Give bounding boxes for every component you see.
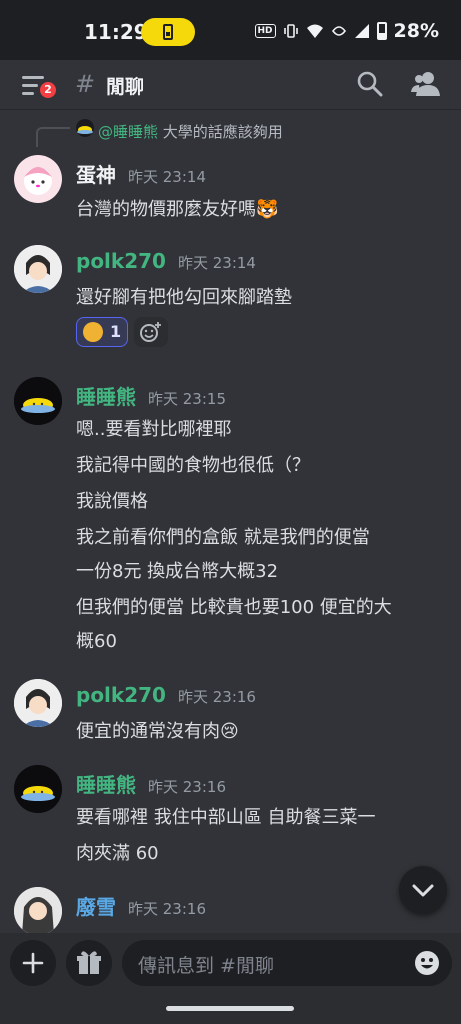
home-indicator[interactable] <box>166 1006 294 1011</box>
menu-icon-line <box>22 84 38 87</box>
author-name[interactable]: 蛋神 <box>76 163 116 187</box>
add-reaction-icon <box>140 322 161 342</box>
reply-preview[interactable]: @睡睡熊 大學的話應該夠用 <box>98 121 283 142</box>
chevron-down-icon <box>412 884 434 897</box>
message-text: 台灣的物價那麼友好嗎🐯 <box>76 199 279 220</box>
reaction-chip[interactable]: 1 <box>76 317 128 347</box>
message-author[interactable]: 睡睡熊 昨天 23:16 <box>76 769 226 798</box>
message-input-placeholder: 傳訊息到 #閒聊 <box>138 955 274 977</box>
message-text: 肉夾滿 60 <box>76 843 159 864</box>
message-text: 我記得中國的食物也很低（？ <box>76 455 310 476</box>
message-text: 要看哪裡 我住中部山區 自助餐三菜一 <box>76 807 376 828</box>
members-icon[interactable] <box>411 70 441 98</box>
channel-title[interactable]: 閒聊 <box>106 72 144 99</box>
message-item: polk270 昨天 23:16 便宜的通常沒有肉😢 <box>0 677 461 757</box>
volte-icon <box>331 26 346 36</box>
attach-button[interactable] <box>10 940 56 986</box>
status-time: 11:29 <box>84 20 148 44</box>
jump-to-bottom-button[interactable] <box>399 866 447 914</box>
message-timestamp: 昨天 23:16 <box>177 688 256 706</box>
message-list[interactable]: @睡睡熊 大學的話應該夠用 蛋神 昨天 23:14 台灣的物價那麼友好嗎🐯 pol… <box>0 111 461 933</box>
avatar[interactable] <box>14 377 62 425</box>
status-bar: 11:29 HD 28% <box>0 0 461 60</box>
message-timestamp: 昨天 23:14 <box>177 254 256 272</box>
message-author[interactable]: 蛋神 昨天 23:14 <box>76 159 206 188</box>
battery-saver-pill <box>141 18 195 46</box>
message-timestamp: 昨天 23:14 <box>128 168 206 186</box>
message-text: 我說價格 <box>76 491 148 512</box>
author-name[interactable]: 睡睡熊 <box>76 773 136 797</box>
hd-voice-icon: HD <box>254 24 276 38</box>
gift-button[interactable] <box>66 940 112 986</box>
message-timestamp: 昨天 23:16 <box>148 778 226 796</box>
menu-button[interactable]: 2 <box>20 72 58 102</box>
message-item: 睡睡熊 昨天 23:16 要看哪裡 我住中部山區 自助餐三菜一 肉夾滿 60 <box>0 763 461 873</box>
avatar[interactable] <box>14 155 62 203</box>
battery-charging-icon <box>163 24 173 40</box>
message-author[interactable]: 睡睡熊 昨天 23:15 <box>76 381 226 410</box>
search-icon[interactable] <box>356 70 384 98</box>
reply-avatar <box>76 119 94 137</box>
avatar[interactable] <box>14 679 62 727</box>
message-input[interactable]: 傳訊息到 #閒聊 <box>122 940 452 986</box>
plus-icon <box>22 952 44 974</box>
message-text: 但我們的便當 比較貴也要100 便宜的大 <box>76 597 392 618</box>
message-author[interactable]: polk270 昨天 23:14 <box>76 249 256 273</box>
message-text: 還好腳有把他勾回來腳踏墊 <box>76 287 292 308</box>
add-reaction-button[interactable] <box>134 317 168 347</box>
author-name[interactable]: 廢雪 <box>76 895 116 919</box>
message-timestamp: 昨天 23:15 <box>148 390 226 408</box>
avatar[interactable] <box>14 245 62 293</box>
reaction-count: 1 <box>110 322 122 341</box>
author-name[interactable]: polk270 <box>76 683 166 707</box>
message-author[interactable]: 廢雪 昨天 23:16 <box>76 891 206 920</box>
message-text: 嗯..要看對比哪裡耶 <box>76 419 232 440</box>
signal-icon <box>354 24 369 38</box>
reply-snippet: 大學的話應該夠用 <box>162 123 283 141</box>
reply-author: @睡睡熊 <box>98 123 159 141</box>
battery-icon <box>376 22 387 40</box>
message-text: 我之前看你們的盒飯 就是我們的便當 <box>76 527 370 548</box>
message-item: polk270 昨天 23:14 還好腳有把他勾回來腳踏墊 1 <box>0 239 461 359</box>
reply-connector <box>36 127 70 147</box>
message-item: @睡睡熊 大學的話應該夠用 蛋神 昨天 23:14 台灣的物價那麼友好嗎🐯 <box>0 111 461 221</box>
rofl-emoji-icon <box>83 322 103 342</box>
notification-badge: 2 <box>38 80 58 100</box>
author-name[interactable]: polk270 <box>76 249 166 273</box>
battery-percent: 28% <box>393 20 439 42</box>
message-timestamp: 昨天 23:16 <box>128 900 206 918</box>
avatar[interactable] <box>14 765 62 813</box>
message-item: 睡睡熊 昨天 23:15 嗯..要看對比哪裡耶 我記得中國的食物也很低（？ 我說價… <box>0 375 461 665</box>
emoji-picker-icon[interactable] <box>414 950 440 976</box>
gift-icon <box>77 951 101 974</box>
status-icons: HD 28% <box>254 20 439 42</box>
wifi-icon <box>306 24 323 38</box>
message-author[interactable]: polk270 昨天 23:16 <box>76 683 256 707</box>
vibrate-icon <box>283 24 298 38</box>
message-composer: 傳訊息到 #閒聊 <box>0 933 461 1024</box>
message-item: 廢雪 昨天 23:16 <box>0 885 461 933</box>
author-name[interactable]: 睡睡熊 <box>76 385 136 409</box>
menu-icon <box>22 76 44 79</box>
message-text: 便宜的通常沒有肉😢 <box>76 721 239 742</box>
hash-icon: # <box>75 70 96 98</box>
channel-header: 2 # 閒聊 <box>0 60 461 110</box>
menu-icon-line <box>22 92 34 95</box>
avatar[interactable] <box>14 887 62 933</box>
message-text: 一份8元 換成台幣大概32 <box>76 561 279 582</box>
message-text: 概60 <box>76 631 117 652</box>
